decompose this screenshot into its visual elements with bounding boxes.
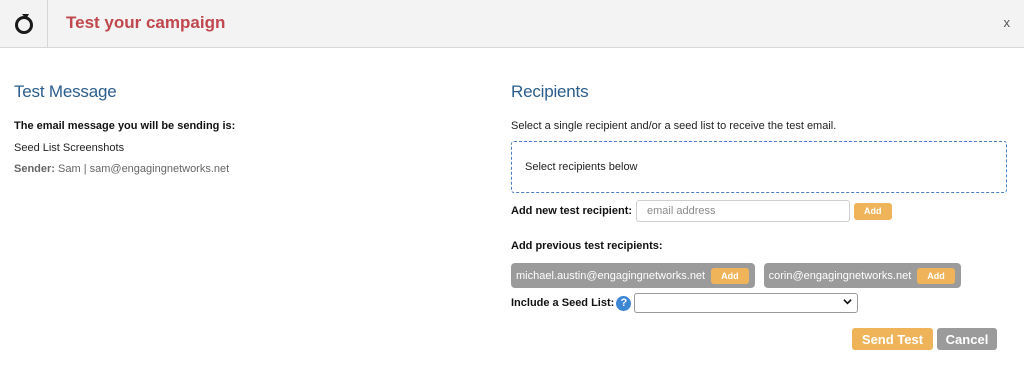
selected-recipients-box: Select recipients below	[511, 141, 1007, 193]
new-recipient-label: Add new test recipient:	[511, 205, 633, 217]
help-icon[interactable]: ?	[616, 295, 632, 311]
recipients-panel: Recipients Select a single recipient and…	[511, 82, 1008, 313]
sender-label: Sender:	[14, 163, 55, 175]
sender-value: Sam | sam@engagingnetworks.net	[58, 163, 230, 175]
seed-list-select[interactable]	[634, 293, 859, 313]
add-new-recipient-button[interactable]: Add	[854, 202, 892, 220]
add-previous-recipient-button[interactable]: Add	[917, 267, 955, 284]
message-subject: Seed List Screenshots	[14, 142, 125, 154]
test-message-heading: Test Message	[14, 82, 117, 101]
send-test-button[interactable]: Send Test	[852, 328, 933, 350]
dialog-actions: Send Test Cancel	[852, 328, 997, 350]
message-intro: The email message you will be sending is…	[14, 120, 236, 132]
recipients-hint: Select a single recipient and/or a seed …	[511, 120, 837, 132]
chevron-down-icon	[843, 297, 852, 308]
previous-recipient-email: corin@engagingnetworks.net	[768, 269, 912, 282]
previous-recipients-label: Add previous test recipients:	[511, 240, 663, 252]
cancel-button[interactable]: Cancel	[937, 328, 997, 350]
test-message-panel: Test Message The email message you will …	[14, 82, 454, 175]
previous-recipient-chip: corin@engagingnetworks.net Add	[763, 263, 961, 288]
close-icon[interactable]: x	[1004, 15, 1011, 30]
add-previous-recipient-button[interactable]: Add	[711, 267, 749, 284]
logo[interactable]	[0, 0, 48, 48]
logo-ring-icon	[15, 14, 33, 34]
dialog-title: Test your campaign	[66, 13, 226, 32]
dialog-header: Test your campaign x	[0, 0, 1024, 48]
selected-recipients-placeholder: Select recipients below	[525, 161, 638, 173]
seed-list-row: Include a Seed List: ?	[511, 293, 859, 313]
new-recipient-row: Add new test recipient: Add	[511, 200, 892, 222]
sender-line: Sender: Sam | sam@engagingnetworks.net	[14, 163, 454, 175]
previous-recipient-email: michael.austin@engagingnetworks.net	[516, 269, 706, 282]
previous-recipients-list: michael.austin@engagingnetworks.net Add …	[511, 263, 961, 288]
recipients-heading: Recipients	[511, 82, 589, 101]
email-field[interactable]	[636, 200, 851, 222]
previous-recipient-chip: michael.austin@engagingnetworks.net Add	[511, 263, 755, 288]
seed-list-label: Include a Seed List:	[511, 297, 615, 309]
